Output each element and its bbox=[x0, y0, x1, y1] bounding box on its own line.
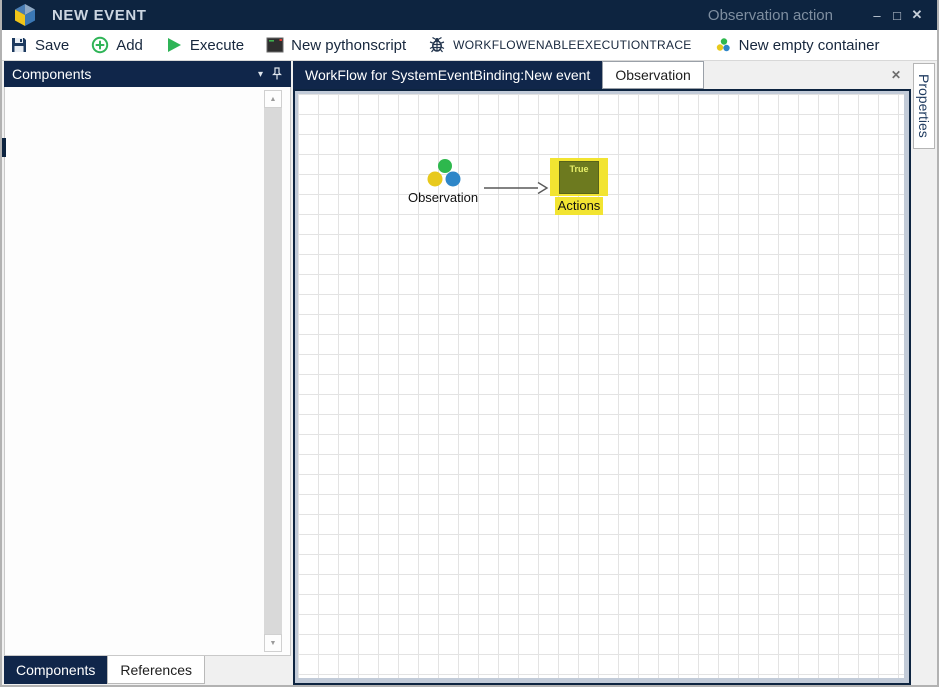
scroll-up-button[interactable]: ▲ bbox=[264, 90, 282, 108]
container-dots-icon bbox=[423, 158, 463, 188]
node-observation[interactable]: Observation bbox=[398, 158, 488, 205]
workspace-tabbar: WorkFlow for SystemEventBinding:New even… bbox=[293, 61, 911, 89]
new-pythonscript-button[interactable]: New pythonscript bbox=[266, 36, 406, 54]
execute-label: Execute bbox=[190, 37, 244, 54]
node-label: Observation bbox=[408, 190, 478, 205]
execute-button[interactable]: Execute bbox=[165, 36, 244, 54]
app-logo-icon bbox=[12, 3, 38, 27]
toolbar: Save Add Execute New pythonscript bbox=[2, 30, 937, 61]
canvas-frame: Observation True bbox=[293, 89, 911, 685]
app-window: NEW EVENT Observation action – □ ✕ Save … bbox=[0, 0, 939, 687]
collapsed-panel-handle[interactable] bbox=[2, 138, 6, 157]
add-label: Add bbox=[116, 37, 143, 54]
add-icon bbox=[91, 36, 109, 54]
container-dots-icon bbox=[714, 36, 732, 54]
components-panel: Components ▾ ▲ ▼ Components References bbox=[4, 61, 291, 684]
components-list-area: ▲ ▼ bbox=[4, 87, 291, 656]
maximize-button[interactable]: □ bbox=[887, 8, 907, 23]
new-pythonscript-label: New pythonscript bbox=[291, 37, 406, 54]
selection-highlight-label: Actions bbox=[555, 197, 604, 215]
pin-icon[interactable] bbox=[271, 67, 283, 81]
connection-arrow bbox=[484, 180, 550, 196]
bug-icon bbox=[428, 36, 446, 54]
actions-box: True bbox=[559, 161, 599, 194]
titlebar-status: Observation action bbox=[708, 7, 833, 24]
workflow-trace-button[interactable]: WORKFLOWENABLEEXECUTIONTRACE bbox=[428, 36, 691, 54]
sidebar-tabbar: Components References bbox=[4, 656, 291, 684]
scroll-down-button[interactable]: ▼ bbox=[264, 634, 282, 652]
workflow-canvas[interactable]: Observation True bbox=[298, 94, 904, 678]
titlebar: NEW EVENT Observation action – □ ✕ bbox=[2, 0, 937, 30]
terminal-icon bbox=[266, 36, 284, 54]
chevron-down-icon[interactable]: ▾ bbox=[250, 69, 271, 80]
close-button[interactable]: ✕ bbox=[907, 7, 927, 23]
tab-properties[interactable]: Properties bbox=[913, 63, 935, 149]
tab-references[interactable]: References bbox=[107, 656, 205, 684]
main-area: Components ▾ ▲ ▼ Components References bbox=[2, 61, 937, 685]
add-button[interactable]: Add bbox=[91, 36, 143, 54]
tab-observation[interactable]: Observation bbox=[602, 61, 703, 89]
new-empty-container-label: New empty container bbox=[739, 37, 880, 54]
components-panel-title: Components bbox=[12, 66, 91, 82]
selection-highlight: True bbox=[550, 158, 608, 196]
save-icon bbox=[10, 36, 28, 54]
tab-components[interactable]: Components bbox=[4, 656, 107, 684]
workflow-workspace: WorkFlow for SystemEventBinding:New even… bbox=[293, 61, 911, 685]
node-label: Actions bbox=[558, 198, 601, 213]
workflow-trace-label: WORKFLOWENABLEEXECUTIONTRACE bbox=[453, 38, 691, 52]
true-badge: True bbox=[560, 162, 598, 174]
properties-rail: Properties bbox=[911, 61, 937, 685]
save-label: Save bbox=[35, 37, 69, 54]
minimize-button[interactable]: – bbox=[867, 8, 887, 23]
execute-icon bbox=[165, 36, 183, 54]
tab-close-icon[interactable]: ✕ bbox=[891, 68, 901, 82]
tab-workflow[interactable]: WorkFlow for SystemEventBinding:New even… bbox=[293, 61, 602, 89]
save-button[interactable]: Save bbox=[10, 36, 69, 54]
window-title: NEW EVENT bbox=[52, 7, 147, 24]
components-panel-header: Components ▾ bbox=[4, 61, 291, 87]
new-empty-container-button[interactable]: New empty container bbox=[714, 36, 880, 54]
node-actions[interactable]: True Actions bbox=[548, 158, 610, 215]
components-scrollbar[interactable]: ▲ ▼ bbox=[264, 90, 282, 652]
